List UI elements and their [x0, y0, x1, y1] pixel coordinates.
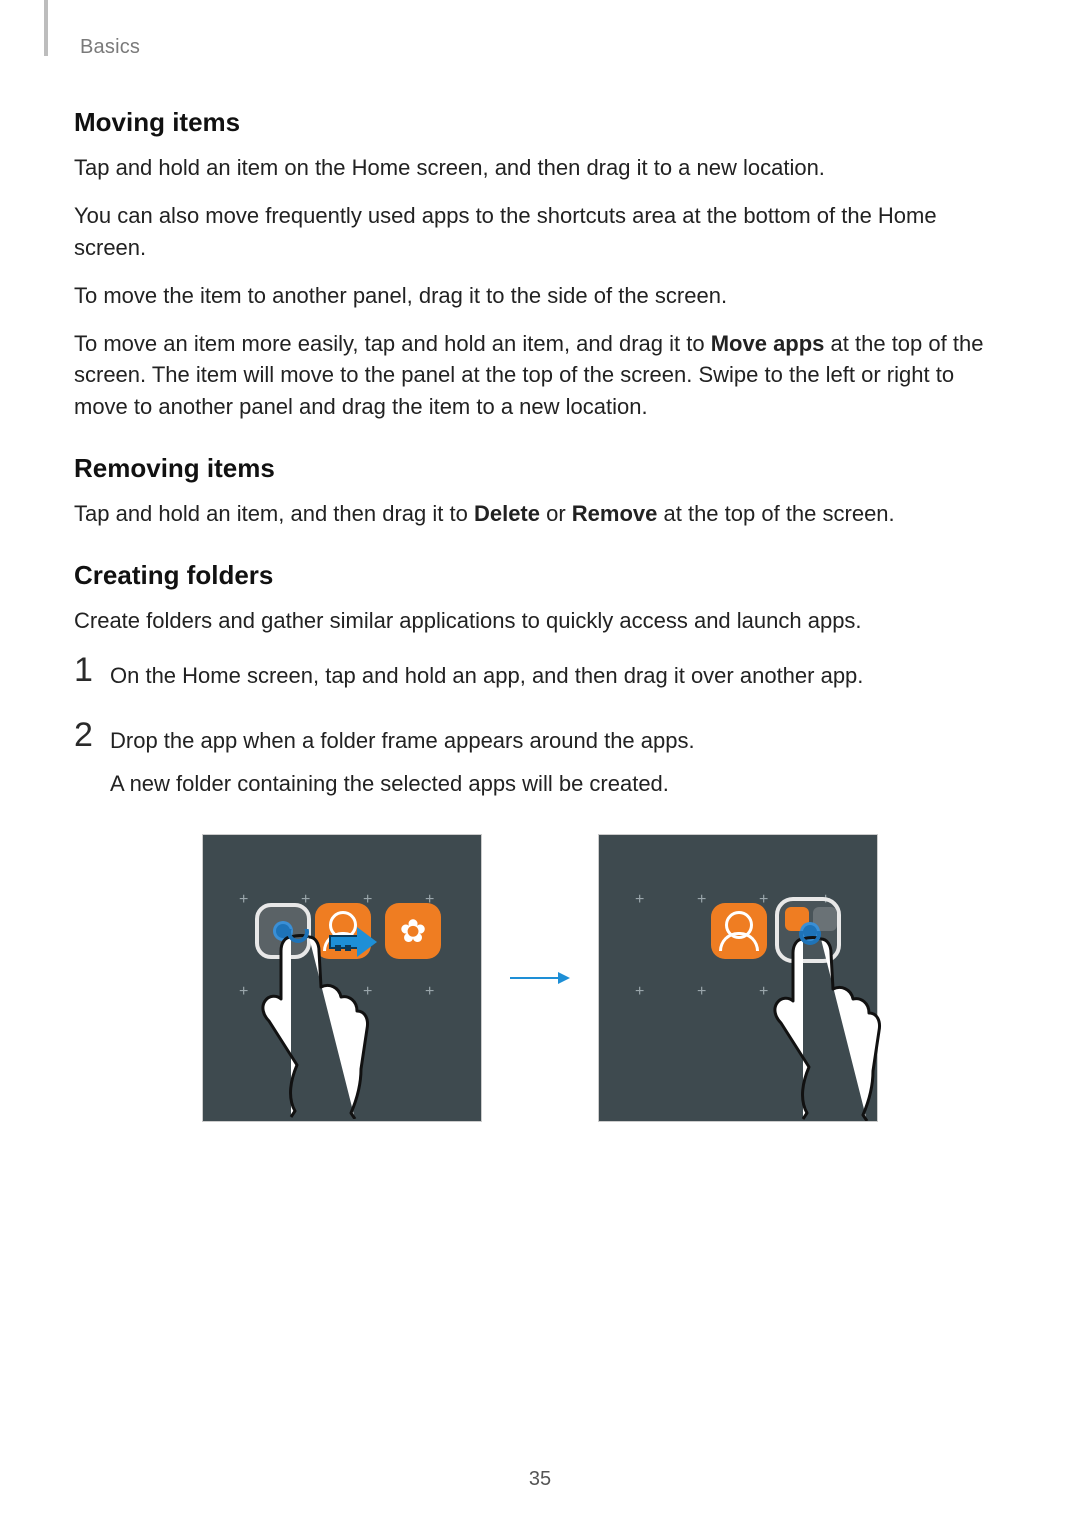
- grid-plus-icon: +: [697, 891, 706, 909]
- grid-plus-icon: +: [635, 983, 644, 1001]
- app-icon-contacts: [711, 903, 767, 959]
- para-removing-mid: or: [540, 501, 572, 526]
- step-2: 2 Drop the app when a folder frame appea…: [74, 718, 1006, 810]
- heading-removing-items: Removing items: [74, 453, 1006, 484]
- step-2-text2: A new folder containing the selected app…: [110, 767, 1006, 800]
- grid-plus-icon: +: [635, 891, 644, 909]
- header-tab-mark: [44, 0, 48, 56]
- label-delete: Delete: [474, 501, 540, 526]
- grid-plus-icon: +: [239, 983, 248, 1001]
- grid-plus-icon: +: [239, 891, 248, 909]
- label-move-apps: Move apps: [711, 331, 825, 356]
- para-moving-4: To move an item more easily, tap and hol…: [74, 328, 1006, 424]
- app-icon-favorites: ✿: [385, 903, 441, 959]
- para-moving-2: You can also move frequently used apps t…: [74, 200, 1006, 264]
- hand-pointer-icon: [251, 929, 381, 1119]
- breadcrumb: Basics: [80, 36, 1006, 59]
- para-moving-1: Tap and hold an item on the Home screen,…: [74, 152, 1006, 184]
- step-2-text: Drop the app when a folder frame appears…: [110, 724, 1006, 757]
- figure-panel-before: + + + + + + + ✿: [202, 834, 482, 1122]
- para-removing-pre: Tap and hold an item, and then drag it t…: [74, 501, 474, 526]
- label-remove: Remove: [572, 501, 658, 526]
- figure-panel-after: + + + + + + +: [598, 834, 878, 1122]
- page-number: 35: [0, 1468, 1080, 1491]
- transition-arrow-icon: [510, 972, 570, 984]
- step-2-number: 2: [74, 718, 110, 752]
- para-removing-1: Tap and hold an item, and then drag it t…: [74, 498, 1006, 530]
- heading-creating-folders: Creating folders: [74, 560, 1006, 591]
- grid-plus-icon: +: [425, 983, 434, 1001]
- step-1: 1 On the Home screen, tap and hold an ap…: [74, 653, 1006, 702]
- step-1-number: 1: [74, 653, 110, 687]
- para-removing-post: at the top of the screen.: [657, 501, 894, 526]
- heading-moving-items: Moving items: [74, 107, 1006, 138]
- para-moving-3: To move the item to another panel, drag …: [74, 280, 1006, 312]
- step-1-text: On the Home screen, tap and hold an app,…: [110, 659, 1006, 692]
- hand-pointer-icon: [763, 931, 893, 1121]
- figure-creating-folders: + + + + + + + ✿ + +: [74, 834, 1006, 1122]
- para-moving-4-pre: To move an item more easily, tap and hol…: [74, 331, 711, 356]
- grid-plus-icon: +: [697, 983, 706, 1001]
- para-creating-intro: Create folders and gather similar applic…: [74, 605, 1006, 637]
